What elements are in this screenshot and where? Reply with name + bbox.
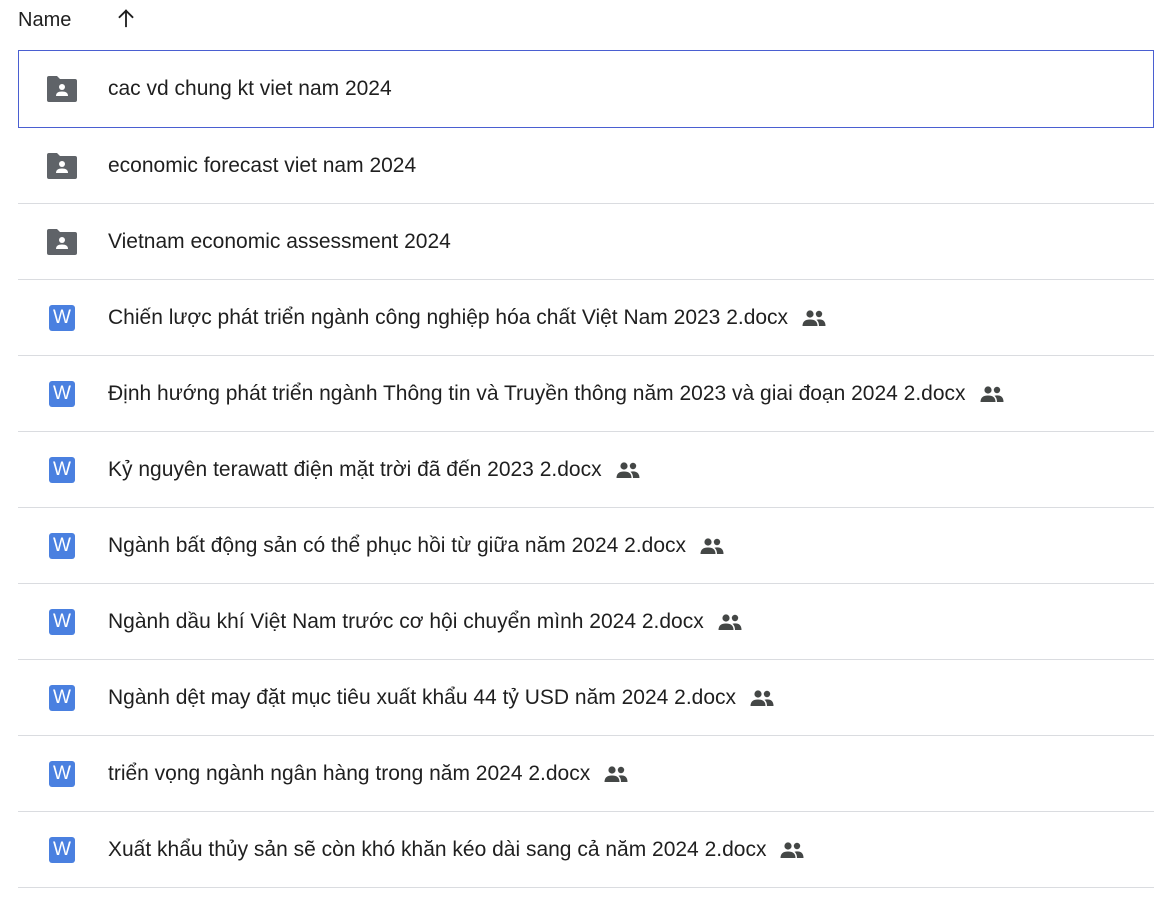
item-name-wrapper: Chiến lược phát triển ngành công nghiệp …	[108, 304, 828, 332]
shared-folder-icon	[45, 225, 79, 259]
word-icon: W	[45, 605, 79, 639]
file-row[interactable]: W Kỷ nguyên terawatt điện mặt trời đã đến…	[18, 432, 1154, 508]
word-icon-letter: W	[49, 760, 75, 787]
item-name: economic forecast viet nam 2024	[108, 153, 417, 177]
item-name-wrapper: triển vọng ngành ngân hàng trong năm 202…	[108, 760, 630, 788]
shared-folder-icon	[45, 72, 79, 106]
folder-row[interactable]: economic forecast viet nam 2024	[18, 128, 1154, 204]
item-name: Ngành dệt may đặt mục tiêu xuất khẩu 44 …	[108, 685, 737, 709]
item-name-wrapper: Ngành dệt may đặt mục tiêu xuất khẩu 44 …	[108, 684, 776, 712]
shared-people-icon	[602, 762, 630, 786]
file-row[interactable]: W Ngành dệt may đặt mục tiêu xuất khẩu 44…	[18, 660, 1154, 736]
folder-row[interactable]: cac vd chung kt viet nam 2024	[18, 50, 1154, 128]
file-row[interactable]: W Xuất khẩu thủy sản sẽ còn khó khăn kéo …	[18, 812, 1154, 888]
word-icon-letter: W	[49, 836, 75, 863]
item-name-wrapper: economic forecast viet nam 2024	[108, 152, 416, 180]
shared-people-icon	[800, 306, 828, 330]
item-name-wrapper: Xuất khẩu thủy sản sẽ còn khó khăn kéo d…	[108, 836, 806, 864]
item-name: Định hướng phát triển ngành Thông tin và…	[108, 381, 966, 405]
item-name: Vietnam economic assessment 2024	[108, 229, 451, 253]
shared-people-icon	[748, 686, 776, 710]
item-name: Ngành dầu khí Việt Nam trước cơ hội chuy…	[108, 609, 704, 633]
shared-people-icon	[978, 382, 1006, 406]
item-name-wrapper: Ngành dầu khí Việt Nam trước cơ hội chuy…	[108, 608, 744, 636]
word-icon: W	[45, 453, 79, 487]
item-name: cac vd chung kt viet nam 2024	[108, 77, 392, 100]
shared-people-icon	[716, 610, 744, 634]
word-icon-letter: W	[49, 304, 75, 331]
file-list-header: Name	[0, 0, 1154, 40]
item-name-wrapper: cac vd chung kt viet nam 2024	[108, 75, 392, 103]
item-name: Chiến lược phát triển ngành công nghiệp …	[108, 305, 789, 329]
item-name: triển vọng ngành ngân hàng trong năm 202…	[108, 761, 591, 785]
item-name: Ngành bất động sản có thể phục hồi từ gi…	[108, 533, 687, 557]
word-icon: W	[45, 377, 79, 411]
shared-people-icon	[614, 458, 642, 482]
word-icon-letter: W	[49, 684, 75, 711]
file-row[interactable]: W Chiến lược phát triển ngành công nghiệp…	[18, 280, 1154, 356]
word-icon-letter: W	[49, 608, 75, 635]
item-name-wrapper: Định hướng phát triển ngành Thông tin và…	[108, 380, 1006, 408]
file-row[interactable]: W Ngành dầu khí Việt Nam trước cơ hội chu…	[18, 584, 1154, 660]
file-list: cac vd chung kt viet nam 2024 economic fo…	[18, 50, 1154, 888]
word-icon: W	[45, 529, 79, 563]
folder-row[interactable]: Vietnam economic assessment 2024	[18, 204, 1154, 280]
word-icon: W	[45, 301, 79, 335]
file-row[interactable]: Wtriển vọng ngành ngân hàng trong năm 20…	[18, 736, 1154, 812]
word-icon-letter: W	[49, 380, 75, 407]
name-column-header[interactable]: Name	[18, 8, 71, 32]
word-icon-letter: W	[49, 456, 75, 483]
item-name-wrapper: Ngành bất động sản có thể phục hồi từ gi…	[108, 532, 726, 560]
word-icon: W	[45, 681, 79, 715]
shared-people-icon	[778, 838, 806, 862]
item-name: Xuất khẩu thủy sản sẽ còn khó khăn kéo d…	[108, 837, 767, 861]
arrow-up-icon	[118, 9, 134, 28]
shared-people-icon	[698, 534, 726, 558]
word-icon: W	[45, 833, 79, 867]
word-icon-letter: W	[49, 532, 75, 559]
sort-direction-button[interactable]	[112, 4, 140, 32]
shared-folder-icon	[45, 149, 79, 183]
item-name-wrapper: Kỷ nguyên terawatt điện mặt trời đã đến …	[108, 456, 642, 484]
item-name-wrapper: Vietnam economic assessment 2024	[108, 228, 451, 256]
item-name: Kỷ nguyên terawatt điện mặt trời đã đến …	[108, 457, 602, 481]
file-row[interactable]: W Định hướng phát triển ngành Thông tin v…	[18, 356, 1154, 432]
word-icon: W	[45, 757, 79, 791]
file-row[interactable]: W Ngành bất động sản có thể phục hồi từ g…	[18, 508, 1154, 584]
